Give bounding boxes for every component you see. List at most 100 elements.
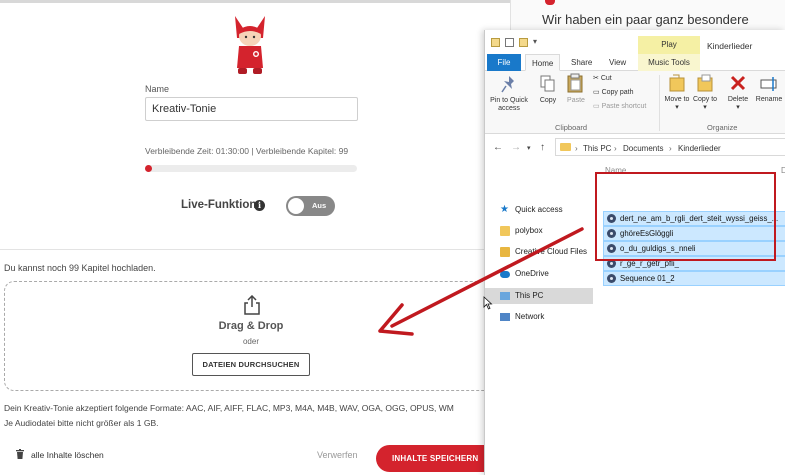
selected-files-highlight-box bbox=[595, 172, 776, 261]
copy-icon bbox=[540, 75, 555, 92]
scissors-icon: ✂ bbox=[593, 75, 599, 82]
breadcrumb-documents[interactable]: Documents bbox=[623, 144, 663, 153]
delete-button[interactable]: Delete ▾ bbox=[723, 96, 753, 112]
clipboard-group-label: Clipboard bbox=[555, 123, 588, 132]
address-bar-row: ← → ▾ ↑ › This PC › Documents › Kinderli… bbox=[485, 134, 785, 160]
pin-quick-access-button[interactable]: Pin to Quick access bbox=[487, 97, 531, 113]
organize-group-label: Organize bbox=[707, 123, 738, 132]
tab-view[interactable]: View bbox=[609, 54, 626, 71]
move-to-icon bbox=[669, 74, 685, 92]
copy-button[interactable]: Copy bbox=[535, 97, 561, 105]
file-row[interactable]: Sequence 01_2 bbox=[603, 271, 785, 286]
breadcrumb-kinderlieder[interactable]: Kinderlieder bbox=[678, 144, 721, 153]
forward-arrow-icon[interactable]: → bbox=[511, 142, 521, 153]
nav-item-this-pc[interactable]: This PC bbox=[485, 288, 593, 304]
play-context-tab: Play bbox=[638, 36, 700, 54]
cut-button[interactable]: ✂ Cut bbox=[593, 75, 612, 83]
toggle-state-label: Aus bbox=[312, 201, 327, 210]
rename-button[interactable]: Rename bbox=[753, 96, 785, 104]
discard-link[interactable]: Verwerfen bbox=[317, 450, 358, 460]
new-folder-icon[interactable] bbox=[519, 38, 528, 47]
ribbon-home: Pin to Quick access Copy Paste ✂ Cut ▭ C… bbox=[485, 71, 785, 134]
window-title: Kinderlieder bbox=[707, 41, 753, 51]
recent-dropdown-icon[interactable]: ▾ bbox=[527, 144, 531, 152]
cloud-icon bbox=[500, 271, 510, 278]
progress-fill bbox=[145, 165, 152, 172]
copy-to-label: Copy to bbox=[692, 96, 718, 103]
navigation-pane: ★ Quick access polybox Creative Cloud Fi… bbox=[485, 160, 593, 475]
name-label: Name bbox=[145, 84, 170, 94]
live-function-toggle[interactable]: Aus bbox=[286, 196, 335, 216]
delete-all-link[interactable]: alle Inhalte löschen bbox=[31, 450, 104, 460]
paste-shortcut-icon: ▭ bbox=[593, 103, 600, 110]
info-icon[interactable]: i bbox=[254, 200, 265, 211]
tab-file[interactable]: File bbox=[487, 54, 521, 71]
mouse-cursor-icon bbox=[483, 296, 493, 310]
upload-icon bbox=[244, 295, 260, 315]
name-input[interactable]: Kreativ-Tonie bbox=[145, 97, 358, 121]
copy-path-icon: ▭ bbox=[593, 89, 600, 96]
nav-item-creative-cloud[interactable]: Creative Cloud Files bbox=[485, 244, 593, 260]
nav-label: Quick access bbox=[515, 205, 563, 214]
copy-path-label: Copy path bbox=[601, 89, 634, 96]
delete-x-icon bbox=[730, 75, 746, 91]
tonie-figure-image bbox=[235, 16, 265, 74]
network-icon bbox=[500, 313, 510, 321]
nav-label: Network bbox=[515, 312, 545, 321]
delete-label: Delete bbox=[727, 96, 749, 103]
nav-label: This PC bbox=[515, 291, 544, 300]
browse-files-button[interactable]: DATEIEN DURCHSUCHEN bbox=[192, 353, 310, 376]
nav-label: Creative Cloud Files bbox=[515, 247, 588, 256]
paste-shortcut-button[interactable]: ▭ Paste shortcut bbox=[593, 103, 646, 111]
crumb-separator: › bbox=[575, 144, 578, 153]
accepted-formats-text: Dein Kreativ-Tonie akzeptiert folgende F… bbox=[4, 403, 454, 413]
address-folder-icon bbox=[560, 143, 571, 151]
paste-icon bbox=[567, 73, 583, 93]
move-to-button[interactable]: Move to ▾ bbox=[663, 96, 691, 112]
nav-label: OneDrive bbox=[515, 269, 549, 278]
up-arrow-icon[interactable]: ↑ bbox=[540, 142, 545, 153]
nav-item-quick-access[interactable]: ★ Quick access bbox=[485, 202, 593, 218]
folder-icon bbox=[491, 38, 500, 47]
side-info-text: Wir haben ein paar ganz besondere bbox=[542, 12, 749, 27]
pin-icon bbox=[501, 76, 514, 93]
copy-to-button[interactable]: Copy to ▾ bbox=[691, 96, 719, 112]
nav-label: polybox bbox=[515, 226, 543, 235]
file-size-limit-text: Je Audiodatei bitte nicht größer als 1 G… bbox=[4, 418, 159, 428]
drag-drop-title: Drag & Drop bbox=[218, 320, 284, 332]
star-icon: ★ bbox=[500, 204, 509, 215]
breadcrumb-this-pc[interactable]: This PC bbox=[583, 144, 611, 153]
tonie-upload-page: Name Kreativ-Tonie Verbleibende Zeit: 01… bbox=[0, 0, 510, 475]
computer-icon bbox=[500, 292, 510, 300]
rename-icon bbox=[760, 77, 777, 91]
copy-path-button[interactable]: ▭ Copy path bbox=[593, 89, 634, 97]
creative-cloud-icon bbox=[500, 247, 510, 257]
screenshot-stage: Name Kreativ-Tonie Verbleibende Zeit: 01… bbox=[0, 0, 785, 475]
move-to-label: Move to bbox=[664, 96, 690, 103]
polybox-folder-icon bbox=[500, 226, 510, 236]
ribbon-tabs: File Home Share View Music Tools bbox=[485, 54, 785, 71]
properties-icon[interactable] bbox=[505, 38, 514, 47]
tab-share[interactable]: Share bbox=[571, 54, 592, 71]
column-header-date[interactable]: D bbox=[781, 166, 785, 175]
capacity-progress-bar bbox=[145, 165, 357, 172]
upload-remaining-text: Du kannst noch 99 Kapitel hochladen. bbox=[4, 263, 156, 273]
crumb-separator: › bbox=[614, 144, 617, 153]
nav-item-onedrive[interactable]: OneDrive bbox=[485, 266, 593, 282]
tab-music-tools[interactable]: Music Tools bbox=[638, 54, 700, 71]
nav-item-network[interactable]: Network bbox=[485, 309, 593, 325]
copy-to-icon bbox=[697, 74, 713, 92]
quick-access-dropdown-icon[interactable]: ▾ bbox=[533, 37, 537, 46]
cut-label: Cut bbox=[600, 75, 612, 82]
tab-home[interactable]: Home bbox=[525, 54, 561, 71]
ribbon-separator bbox=[659, 75, 660, 131]
crumb-separator: › bbox=[669, 144, 672, 153]
live-function-label: Live-Funktion bbox=[181, 199, 257, 211]
audio-file-icon bbox=[607, 274, 616, 283]
nav-item-polybox[interactable]: polybox bbox=[485, 223, 593, 239]
trash-icon[interactable] bbox=[16, 449, 24, 459]
remaining-time-text: Verbleibende Zeit: 01:30:00 | Verbleiben… bbox=[145, 146, 349, 156]
paste-button[interactable]: Paste bbox=[563, 97, 589, 105]
paste-shortcut-label: Paste shortcut bbox=[601, 103, 647, 110]
back-arrow-icon[interactable]: ← bbox=[493, 142, 503, 153]
